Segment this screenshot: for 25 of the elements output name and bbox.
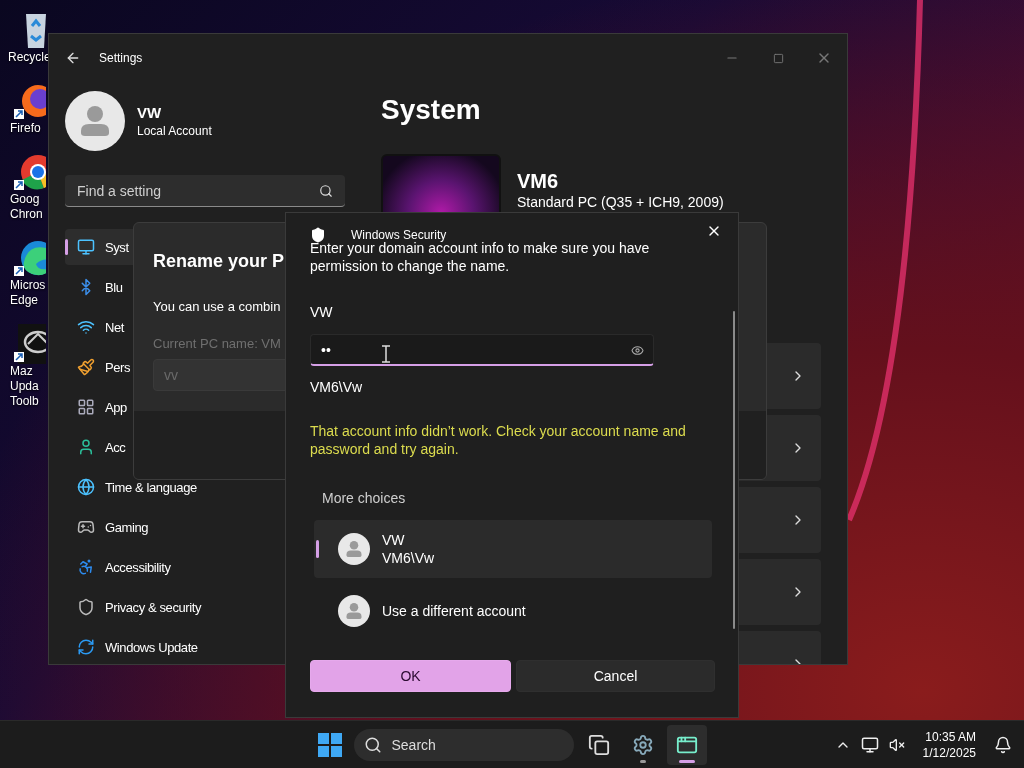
icon-label: Goog: [10, 192, 40, 207]
more-choices-label: More choices: [321, 489, 407, 507]
icon-label: Micros: [10, 278, 46, 293]
error-message: That account info didn’t work. Check your account name and password and try again.: [310, 422, 687, 458]
icon-label: Edge: [10, 293, 39, 308]
icon-label: Firefo: [10, 121, 41, 136]
page-title: System: [381, 93, 482, 127]
device-model: Standard PC (Q35 + ICH9, 2009): [517, 194, 724, 210]
username-label: VW: [310, 303, 334, 321]
dialog-text: You can use a combin: [153, 299, 281, 314]
domain-label: VM6\Vw: [310, 378, 364, 396]
dialog-title: Rename your P: [153, 250, 285, 273]
icon-label: Chron: [10, 207, 43, 222]
account-domain: VM6\Vw: [382, 549, 435, 567]
icon-label: Maz: [10, 364, 33, 379]
account-name: Use a different account: [382, 602, 526, 620]
device-name: VM6: [517, 169, 560, 193]
account-name: VW: [382, 531, 406, 549]
account-type: Local Account: [137, 124, 212, 138]
window-title: Settings: [99, 51, 144, 65]
dialog-title: Windows Security: [351, 228, 447, 242]
icon-label: Upda: [10, 379, 39, 394]
icon-label: Toolb: [10, 394, 39, 409]
current-name-label: Current PC name: VM: [153, 336, 281, 351]
account-name: VW: [137, 104, 163, 121]
